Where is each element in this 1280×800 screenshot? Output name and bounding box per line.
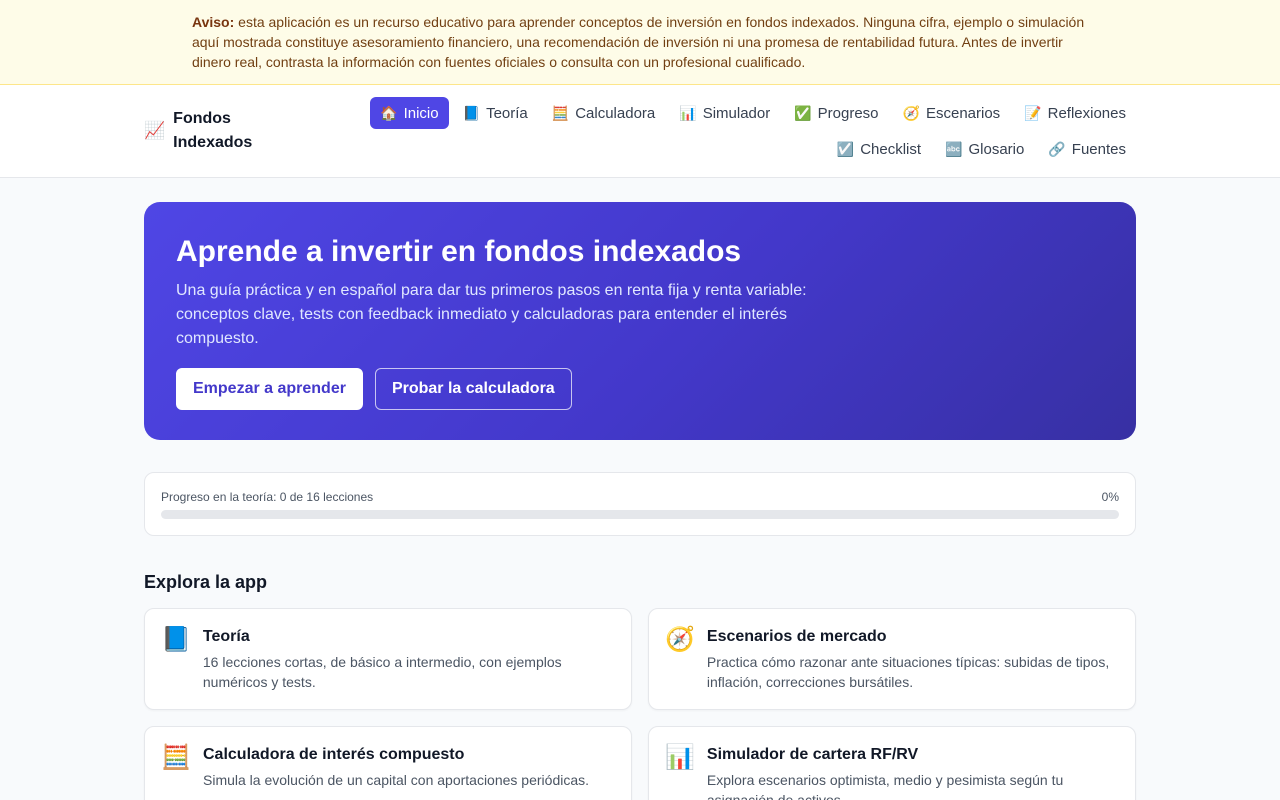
brand-logo[interactable]: 📈 Fondos Indexados	[144, 107, 263, 155]
card-description: Practica cómo razonar ante situaciones t…	[706, 654, 1110, 690]
nav-item-fuentes[interactable]: 🔗 Fuentes	[1038, 133, 1136, 165]
abc-icon: 🔤	[945, 140, 963, 157]
main-content: Aprende a invertir en fondos indexados U…	[144, 202, 1136, 800]
try-calculator-button[interactable]: Probar la calculadora	[374, 368, 572, 410]
brand-name: Fondos Indexados	[173, 110, 253, 151]
card-body: Simulador de cartera RF/RV Explora escen…	[707, 743, 1119, 800]
disclaimer-text: Aviso: esta aplicación es un recurso edu…	[192, 0, 1092, 72]
house-icon: 🏠	[380, 104, 398, 121]
nav-label: Reflexiones	[1047, 104, 1126, 122]
compass-icon: 🧭	[665, 626, 695, 653]
card-title: Teoría	[202, 628, 250, 645]
nav-item-calculadora[interactable]: 🧮 Calculadora	[542, 97, 665, 129]
disclaimer-label: Aviso:	[192, 14, 235, 30]
nav-label: Teoría	[486, 104, 528, 122]
card-description: Simula la evolución de un capital con ap…	[203, 772, 590, 788]
checkbox-icon: ☑️	[836, 140, 855, 157]
card-title: Calculadora de interés compuesto	[203, 746, 465, 763]
start-learning-button[interactable]: Empezar a aprender	[176, 368, 363, 410]
nav-item-inicio[interactable]: 🏠 Inicio	[370, 97, 449, 129]
card-title: Escenarios de mercado	[706, 628, 887, 645]
nav-label: Glosario	[968, 140, 1025, 158]
card-calculadora[interactable]: 🧮 Calculadora de interés compuesto Simul…	[144, 726, 632, 800]
nav-item-simulador[interactable]: 📊 Simulador	[669, 97, 780, 129]
nav-item-escenarios[interactable]: 🧭 Escenarios	[893, 97, 1011, 129]
explore-section-title: Explora la app	[144, 572, 268, 592]
compass-icon: 🧭	[902, 104, 920, 121]
card-escenarios[interactable]: 🧭 Escenarios de mercado Practica cómo ra…	[648, 608, 1136, 710]
nav-label: Progreso	[817, 104, 879, 122]
disclaimer-banner: Aviso: esta aplicación es un recurso edu…	[0, 0, 1280, 85]
disclaimer-body: esta aplicación es un recurso educativo …	[192, 14, 1085, 70]
hero-subtitle: Una guía práctica y en español para dar …	[176, 282, 807, 347]
progress-header: Progreso en la teoría: 0 de 16 lecciones…	[161, 489, 1119, 505]
nav-item-checklist[interactable]: ☑️ Checklist	[827, 133, 931, 165]
nav-item-teoria[interactable]: 📘 Teoría	[453, 97, 538, 129]
link-icon: 🔗	[1048, 140, 1066, 157]
nav-label: Calculadora	[575, 104, 656, 122]
abacus-icon: 🧮	[161, 744, 191, 771]
nav-label: Inicio	[403, 104, 439, 122]
nav-item-glosario[interactable]: 🔤 Glosario	[935, 133, 1034, 165]
book-icon: 📘	[462, 104, 481, 121]
card-body: Teoría 16 lecciones cortas, de básico a …	[203, 625, 615, 693]
top-navigation-bar: 📈 Fondos Indexados 🏠 Inicio 📘 Teoría 🧮 Calc…	[0, 85, 1280, 178]
abacus-icon: 🧮	[551, 104, 570, 121]
chart-increasing-icon: 📈	[144, 121, 166, 140]
explore-card-grid: 📘 Teoría 16 lecciones cortas, de básico …	[144, 608, 1136, 800]
nav-label: Escenarios	[925, 104, 1001, 122]
hero-title: Aprende a invertir en fondos indexados	[176, 235, 742, 268]
card-simulador[interactable]: 📊 Simulador de cartera RF/RV Explora esc…	[648, 726, 1136, 800]
progress-label: Progreso en la teoría: 0 de 16 lecciones	[161, 490, 374, 504]
memo-icon: 📝	[1024, 104, 1042, 121]
progress-percent: 0%	[1101, 490, 1119, 504]
card-teoria[interactable]: 📘 Teoría 16 lecciones cortas, de básico …	[144, 608, 632, 710]
card-description: Explora escenarios optimista, medio y pe…	[706, 772, 1064, 800]
nav-label: Simulador	[702, 104, 771, 122]
card-body: Escenarios de mercado Practica cómo razo…	[707, 625, 1119, 693]
main-nav: 🏠 Inicio 📘 Teoría 🧮 Calculadora 📊 Simulador …	[299, 97, 1136, 165]
card-title: Simulador de cartera RF/RV	[706, 746, 919, 763]
book-icon: 📘	[161, 626, 191, 653]
nav-item-reflexiones[interactable]: 📝 Reflexiones	[1014, 97, 1136, 129]
hero-actions: Empezar a aprender Probar la calculadora	[176, 368, 1104, 410]
check-mark-icon: ✅	[794, 104, 812, 121]
bar-chart-icon: 📊	[679, 104, 697, 121]
nav-label: Checklist	[860, 140, 922, 158]
progress-bar	[161, 510, 1119, 519]
bar-chart-icon: 📊	[665, 744, 695, 771]
theory-progress-card: Progreso en la teoría: 0 de 16 lecciones…	[144, 472, 1136, 536]
card-body: Calculadora de interés compuesto Simula …	[203, 743, 589, 800]
hero-banner: Aprende a invertir en fondos indexados U…	[144, 202, 1136, 440]
nav-item-progreso[interactable]: ✅ Progreso	[784, 97, 888, 129]
card-description: 16 lecciones cortas, de básico a interme…	[202, 654, 562, 690]
nav-label: Fuentes	[1071, 140, 1126, 158]
